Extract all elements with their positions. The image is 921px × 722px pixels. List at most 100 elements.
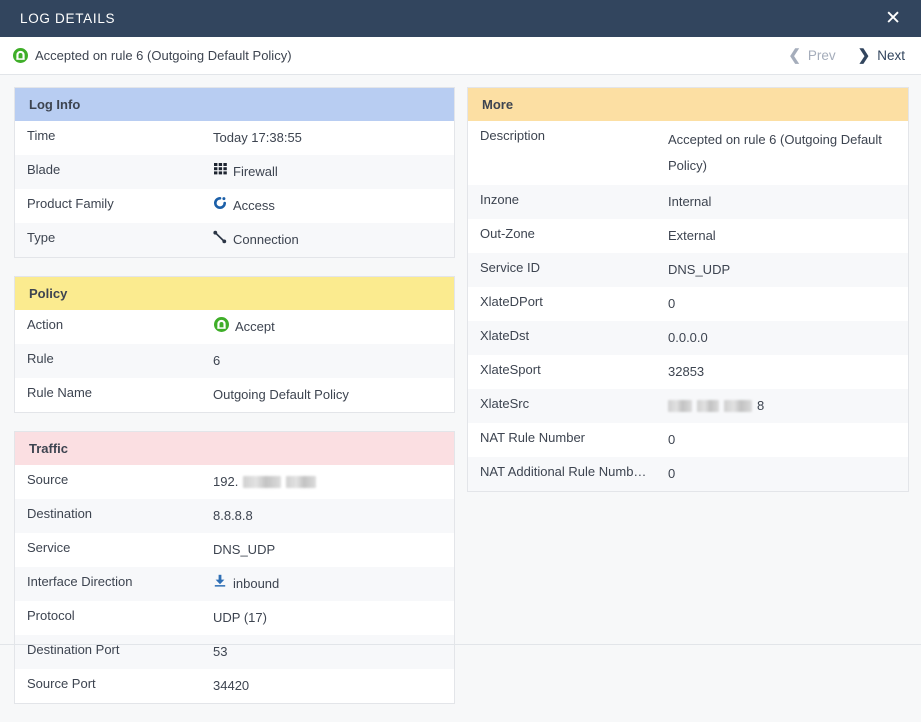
dialog-titlebar: LOG DETAILS ✕ — [0, 0, 921, 37]
card-more: More Description Accepted on rule 6 (Out… — [467, 87, 909, 492]
page-title: LOG DETAILS — [20, 11, 116, 26]
firewall-bricks-icon — [213, 161, 227, 176]
row-value: 8.8.8.8 — [213, 508, 253, 523]
row-label: Rule Name — [27, 385, 93, 400]
access-swirl-icon — [213, 195, 227, 210]
row-value: 0 — [668, 432, 676, 447]
summary-nav: ❮ Prev ❯ Next — [788, 48, 905, 63]
row-label: Type — [27, 230, 56, 245]
card-log-info-title: Log Info — [15, 88, 454, 121]
card-traffic-title: Traffic — [15, 432, 454, 465]
table-row: Destination 8.8.8.8 — [15, 499, 454, 533]
summary-text: Accepted on rule 6 (Outgoing Default Pol… — [35, 48, 292, 63]
redacted-ip-value: 192. — [213, 471, 317, 493]
row-label: XlateDst — [480, 328, 530, 343]
footer-divider — [0, 644, 921, 645]
table-row: Type Connection — [15, 223, 454, 257]
row-label: Action — [27, 317, 64, 332]
row-value: 6 — [213, 353, 221, 368]
table-row: Source 192. — [15, 465, 454, 499]
row-label: XlateSrc — [480, 396, 530, 411]
row-value: Accepted on rule 6 (Outgoing Default Pol… — [668, 132, 882, 173]
accept-gateway-icon — [12, 48, 28, 64]
row-value-text: inbound — [233, 576, 280, 591]
connection-link-icon — [213, 229, 227, 244]
next-button-label: Next — [877, 48, 905, 63]
row-value: DNS_UDP — [213, 542, 276, 557]
row-value: Today 17:38:55 — [213, 130, 302, 145]
row-value: Accept — [213, 316, 454, 338]
row-label: NAT Rule Number — [480, 430, 585, 445]
chevron-right-icon: ❯ — [857, 47, 871, 64]
table-row: Out-Zone External — [468, 219, 908, 253]
table-row: XlateDst 0.0.0.0 — [468, 321, 908, 355]
row-value: inbound — [213, 573, 454, 595]
row-value-text: Accept — [235, 319, 275, 334]
table-row: Blade Firewall — [15, 155, 454, 189]
table-row: Description Accepted on rule 6 (Outgoing… — [468, 121, 908, 185]
table-row: NAT Additional Rule Numb… 0 — [468, 457, 908, 491]
card-log-info: Log Info Time Today 17:38:55 Blade Firew… — [14, 87, 455, 258]
redaction-block — [668, 400, 692, 412]
row-value-text: 8 — [757, 398, 765, 413]
row-label: Service ID — [480, 260, 540, 275]
table-row: Rule 6 — [15, 344, 454, 378]
redaction-block — [697, 400, 719, 412]
table-row: Rule Name Outgoing Default Policy — [15, 378, 454, 412]
table-row: NAT Rule Number 0 — [468, 423, 908, 457]
details-content: Log Info Time Today 17:38:55 Blade Firew… — [0, 75, 921, 722]
row-value-text: Firewall — [233, 164, 278, 179]
row-label: Rule — [27, 351, 54, 366]
accept-gateway-icon — [213, 316, 229, 332]
row-label: XlateDPort — [480, 294, 543, 309]
row-label: NAT Additional Rule Numb… — [480, 464, 647, 479]
row-label: Source — [27, 472, 69, 487]
summary-bar: Accepted on rule 6 (Outgoing Default Pol… — [0, 37, 921, 75]
table-row: XlateDPort 0 — [468, 287, 908, 321]
table-row: Destination Port 53 — [15, 635, 454, 669]
download-arrow-icon — [213, 573, 227, 588]
row-value: DNS_UDP — [668, 262, 731, 277]
table-row: Time Today 17:38:55 — [15, 121, 454, 155]
row-value-text: Access — [233, 198, 275, 213]
row-value: Internal — [668, 194, 712, 209]
table-row: XlateSrc 8 — [468, 389, 908, 423]
chevron-left-icon: ❮ — [788, 47, 801, 64]
table-row: XlateSport 32853 — [468, 355, 908, 389]
redacted-ip-value: 8 — [668, 395, 764, 417]
row-value-text: 192. — [213, 474, 239, 489]
right-column: More Description Accepted on rule 6 (Out… — [467, 87, 909, 510]
table-row: Service DNS_UDP — [15, 533, 454, 567]
prev-button-label: Prev — [807, 48, 836, 63]
summary-status: Accepted on rule 6 (Outgoing Default Pol… — [12, 48, 292, 64]
row-value: 0 — [668, 296, 676, 311]
row-label: Service — [27, 540, 71, 555]
row-value: Access — [213, 195, 454, 217]
row-value: 34420 — [213, 678, 250, 693]
row-value: 192. — [213, 471, 454, 493]
row-value: 0.0.0.0 — [668, 330, 708, 345]
row-label: Source Port — [27, 676, 96, 691]
row-label: Description — [480, 128, 546, 143]
table-row: Inzone Internal — [468, 185, 908, 219]
row-value: UDP (17) — [213, 610, 267, 625]
row-label: Protocol — [27, 608, 75, 623]
left-column: Log Info Time Today 17:38:55 Blade Firew… — [14, 87, 455, 722]
next-button[interactable]: ❯ Next — [858, 48, 905, 63]
prev-button[interactable]: ❮ Prev — [788, 48, 835, 63]
close-icon[interactable]: ✕ — [879, 7, 907, 30]
log-details-dialog: LOG DETAILS ✕ Accepted on rule 6 (Outgoi… — [0, 0, 921, 704]
row-label: Out-Zone — [480, 226, 535, 241]
row-label: Inzone — [480, 192, 520, 207]
table-row: Service ID DNS_UDP — [468, 253, 908, 287]
redaction-block — [286, 476, 317, 488]
card-policy-title: Policy — [15, 277, 454, 310]
row-label: Interface Direction — [27, 574, 133, 589]
redaction-block — [243, 476, 282, 488]
row-value: Firewall — [213, 161, 454, 183]
row-value: 0 — [668, 466, 676, 481]
row-value: 32853 — [668, 364, 705, 379]
table-row: Product Family Access — [15, 189, 454, 223]
row-label: Time — [27, 128, 56, 143]
table-row: Interface Direction inbound — [15, 567, 454, 601]
